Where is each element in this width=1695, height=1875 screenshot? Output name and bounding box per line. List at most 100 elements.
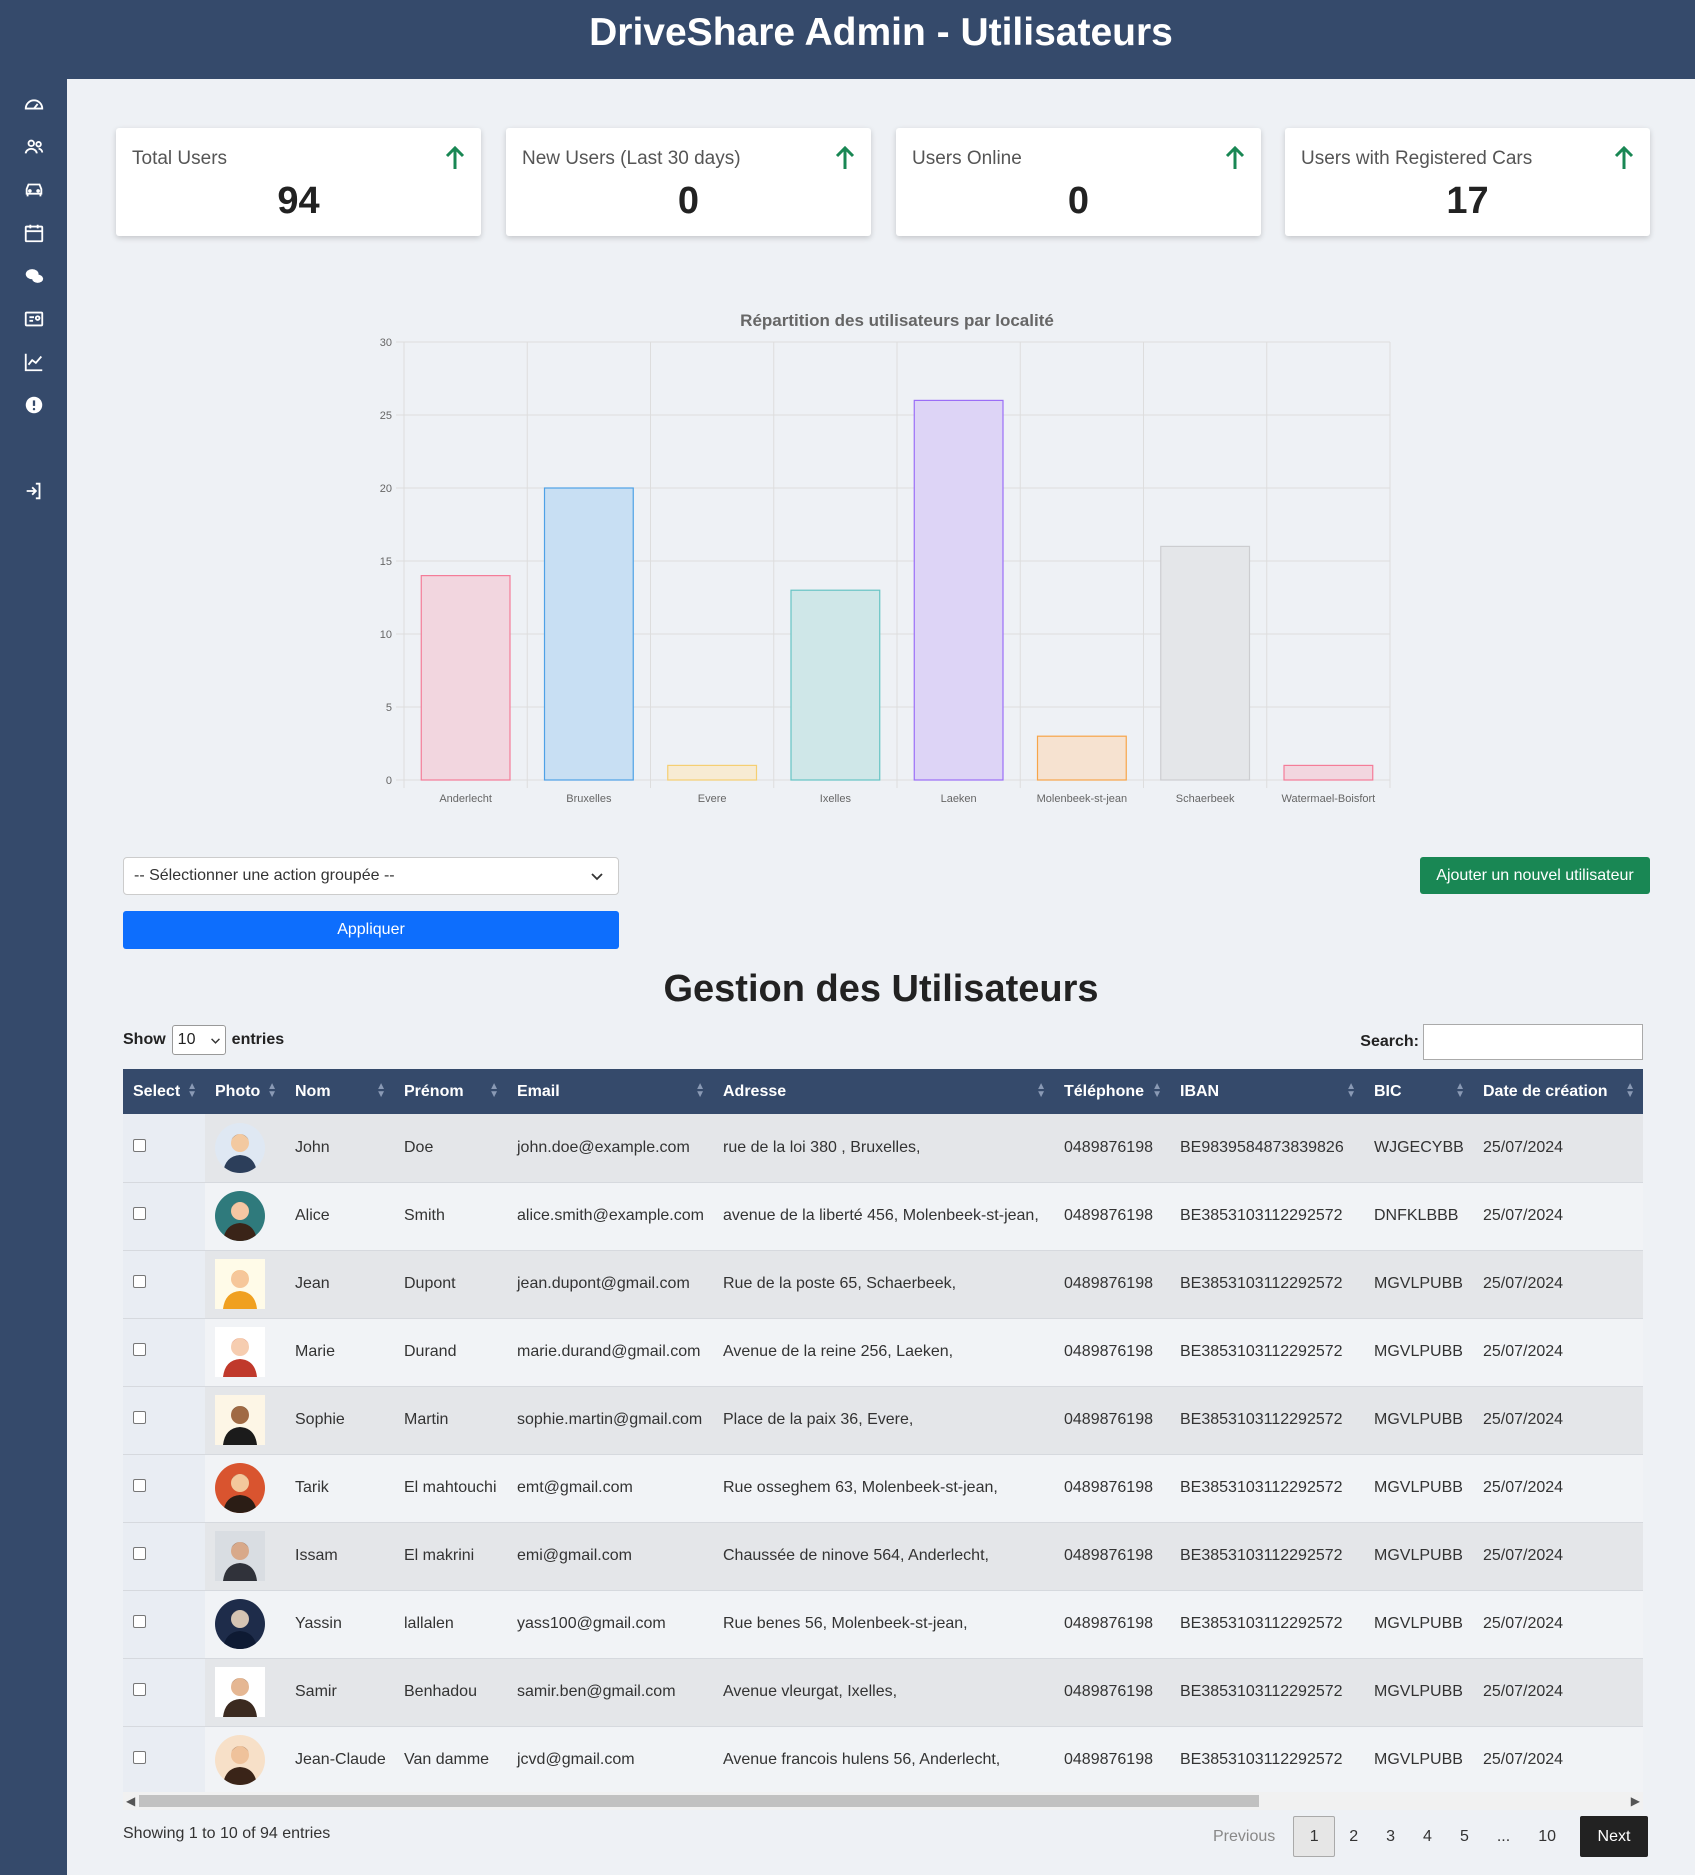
- y-tick-label: 0: [386, 775, 392, 787]
- col-prenom[interactable]: Prénom ▲ ▼: [394, 1069, 507, 1114]
- page-button-2[interactable]: 2: [1335, 1816, 1372, 1857]
- y-tick-label: 10: [380, 629, 392, 641]
- telephone-cell: 0489876198: [1054, 1726, 1170, 1792]
- stat-card-new-users: New Users (Last 30 days) 0: [506, 128, 871, 236]
- col-photo[interactable]: Photo ▲ ▼: [205, 1069, 285, 1114]
- x-tick-label: Bruxelles: [566, 793, 612, 805]
- car-icon[interactable]: [20, 176, 48, 204]
- date-cell: 25/07/2024: [1473, 1658, 1643, 1727]
- scrollbar-thumb[interactable]: [139, 1795, 1259, 1807]
- telephone-cell: 0489876198: [1054, 1454, 1170, 1523]
- telephone-cell: 0489876198: [1054, 1250, 1170, 1319]
- col-bic[interactable]: BIC ▲ ▼: [1364, 1069, 1473, 1114]
- users-icon[interactable]: [20, 133, 48, 161]
- logout-icon[interactable]: [20, 477, 48, 505]
- row-checkbox[interactable]: [133, 1411, 146, 1424]
- email-cell: samir.ben@gmail.com: [507, 1658, 713, 1727]
- date-cell: 25/07/2024: [1473, 1182, 1643, 1251]
- photo-cell: [205, 1454, 285, 1523]
- scroll-right-icon[interactable]: ▶: [1631, 1792, 1640, 1810]
- iban-cell: BE9839584873839826: [1170, 1114, 1364, 1183]
- stat-value: 94: [277, 180, 320, 222]
- photo-cell: [205, 1182, 285, 1251]
- chart-bar: [913, 399, 1004, 781]
- photo-cell: [205, 1318, 285, 1387]
- section-title: Gestion des Utilisateurs: [663, 968, 1099, 1010]
- sort-icon: ▲ ▼: [1346, 1081, 1356, 1100]
- prenom-cell: Van damme: [394, 1726, 507, 1792]
- sort-icon: ▲ ▼: [187, 1081, 197, 1100]
- chart-icon[interactable]: [20, 348, 48, 376]
- horizontal-scrollbar[interactable]: ◀ ▶: [123, 1792, 1643, 1810]
- previous-button[interactable]: Previous: [1199, 1816, 1293, 1857]
- dashboard-icon[interactable]: [20, 90, 48, 118]
- x-tick-label: Ixelles: [820, 793, 852, 805]
- adresse-cell: Chaussée de ninove 564, Anderlecht,: [713, 1522, 1054, 1591]
- prenom-cell: Dupont: [394, 1250, 507, 1319]
- row-checkbox[interactable]: [133, 1683, 146, 1696]
- bulk-action-select[interactable]: -- Sélectionner une action groupée --: [123, 857, 619, 895]
- id-card-icon[interactable]: [20, 305, 48, 333]
- row-checkbox[interactable]: [133, 1343, 146, 1356]
- row-checkbox[interactable]: [133, 1479, 146, 1492]
- page-button-5[interactable]: 5: [1446, 1816, 1483, 1857]
- row-checkbox[interactable]: [133, 1547, 146, 1560]
- email-cell: alice.smith@example.com: [507, 1182, 713, 1251]
- col-date-creation[interactable]: Date de création ▲ ▼: [1473, 1069, 1643, 1114]
- email-cell: emi@gmail.com: [507, 1522, 713, 1591]
- add-user-button[interactable]: Ajouter un nouvel utilisateur: [1420, 857, 1650, 894]
- scroll-left-icon[interactable]: ◀: [126, 1792, 135, 1810]
- entries-value: 10: [177, 1031, 196, 1048]
- chat-icon[interactable]: [20, 262, 48, 290]
- sort-icon: ▲ ▼: [376, 1081, 386, 1100]
- nom-cell: Jean: [285, 1250, 394, 1319]
- col-nom[interactable]: Nom ▲ ▼: [285, 1069, 394, 1114]
- stat-value: 0: [1067, 180, 1090, 222]
- page-button-4[interactable]: 4: [1409, 1816, 1446, 1857]
- col-telephone[interactable]: Téléphone ▲ ▼: [1054, 1069, 1170, 1114]
- prenom-cell: Doe: [394, 1114, 507, 1183]
- users-table: Select ▲ ▼ Photo ▲ ▼ Nom ▲ ▼ Prénom ▲ ▼ Email ▲ ▼ …: [123, 1069, 1643, 1792]
- entries-select[interactable]: 10: [171, 1025, 226, 1055]
- prenom-cell: Benhadou: [394, 1658, 507, 1727]
- calendar-icon[interactable]: [20, 219, 48, 247]
- iban-cell: BE3853103112292572: [1170, 1250, 1364, 1319]
- row-checkbox[interactable]: [133, 1615, 146, 1628]
- user-avatar: [215, 1599, 265, 1649]
- row-checkbox[interactable]: [133, 1207, 146, 1220]
- col-iban[interactable]: IBAN ▲ ▼: [1170, 1069, 1364, 1114]
- col-adresse[interactable]: Adresse ▲ ▼: [713, 1069, 1054, 1114]
- telephone-cell: 0489876198: [1054, 1590, 1170, 1659]
- table-search: Search:: [1360, 1024, 1643, 1060]
- iban-cell: BE3853103112292572: [1170, 1658, 1364, 1727]
- chart-bar: [790, 589, 881, 781]
- row-checkbox[interactable]: [133, 1751, 146, 1764]
- select-cell: [123, 1318, 205, 1387]
- chart-bar: [420, 575, 511, 781]
- bic-cell: DNFKLBBB: [1364, 1182, 1473, 1251]
- date-cell: 25/07/2024: [1473, 1250, 1643, 1319]
- row-checkbox[interactable]: [133, 1275, 146, 1288]
- table-header-row: Select ▲ ▼ Photo ▲ ▼ Nom ▲ ▼ Prénom ▲ ▼ Email ▲ ▼ …: [123, 1069, 1643, 1114]
- table-row: Sophie Martin sophie.martin@gmail.com Place…: [123, 1386, 1643, 1455]
- adresse-cell: Place de la paix 36, Evere,: [713, 1386, 1054, 1455]
- search-label: Search:: [1360, 1033, 1419, 1050]
- user-avatar: [215, 1531, 265, 1581]
- alert-icon[interactable]: [20, 391, 48, 419]
- search-input[interactable]: [1423, 1024, 1643, 1060]
- page-button-1[interactable]: 1: [1293, 1816, 1336, 1857]
- table-row: Yassin lallalen yass100@gmail.com Rue benes…: [123, 1590, 1643, 1659]
- row-checkbox[interactable]: [133, 1138, 146, 1152]
- col-select[interactable]: Select ▲ ▼: [123, 1069, 205, 1114]
- page-button-10[interactable]: 10: [1524, 1816, 1570, 1857]
- apply-button[interactable]: Appliquer: [123, 911, 619, 949]
- iban-cell: BE3853103112292572: [1170, 1726, 1364, 1792]
- page-button-3[interactable]: 3: [1372, 1816, 1409, 1857]
- next-button[interactable]: Next: [1580, 1816, 1648, 1857]
- user-avatar: [215, 1395, 265, 1445]
- sort-icon: ▲ ▼: [1625, 1081, 1635, 1100]
- col-email[interactable]: Email ▲ ▼: [507, 1069, 713, 1114]
- chart-svg: Répartition des utilisateurs par localit…: [380, 311, 1391, 805]
- photo-cell: [205, 1726, 285, 1792]
- header-bar: DriveShare Admin - Utilisateurs: [0, 0, 1695, 79]
